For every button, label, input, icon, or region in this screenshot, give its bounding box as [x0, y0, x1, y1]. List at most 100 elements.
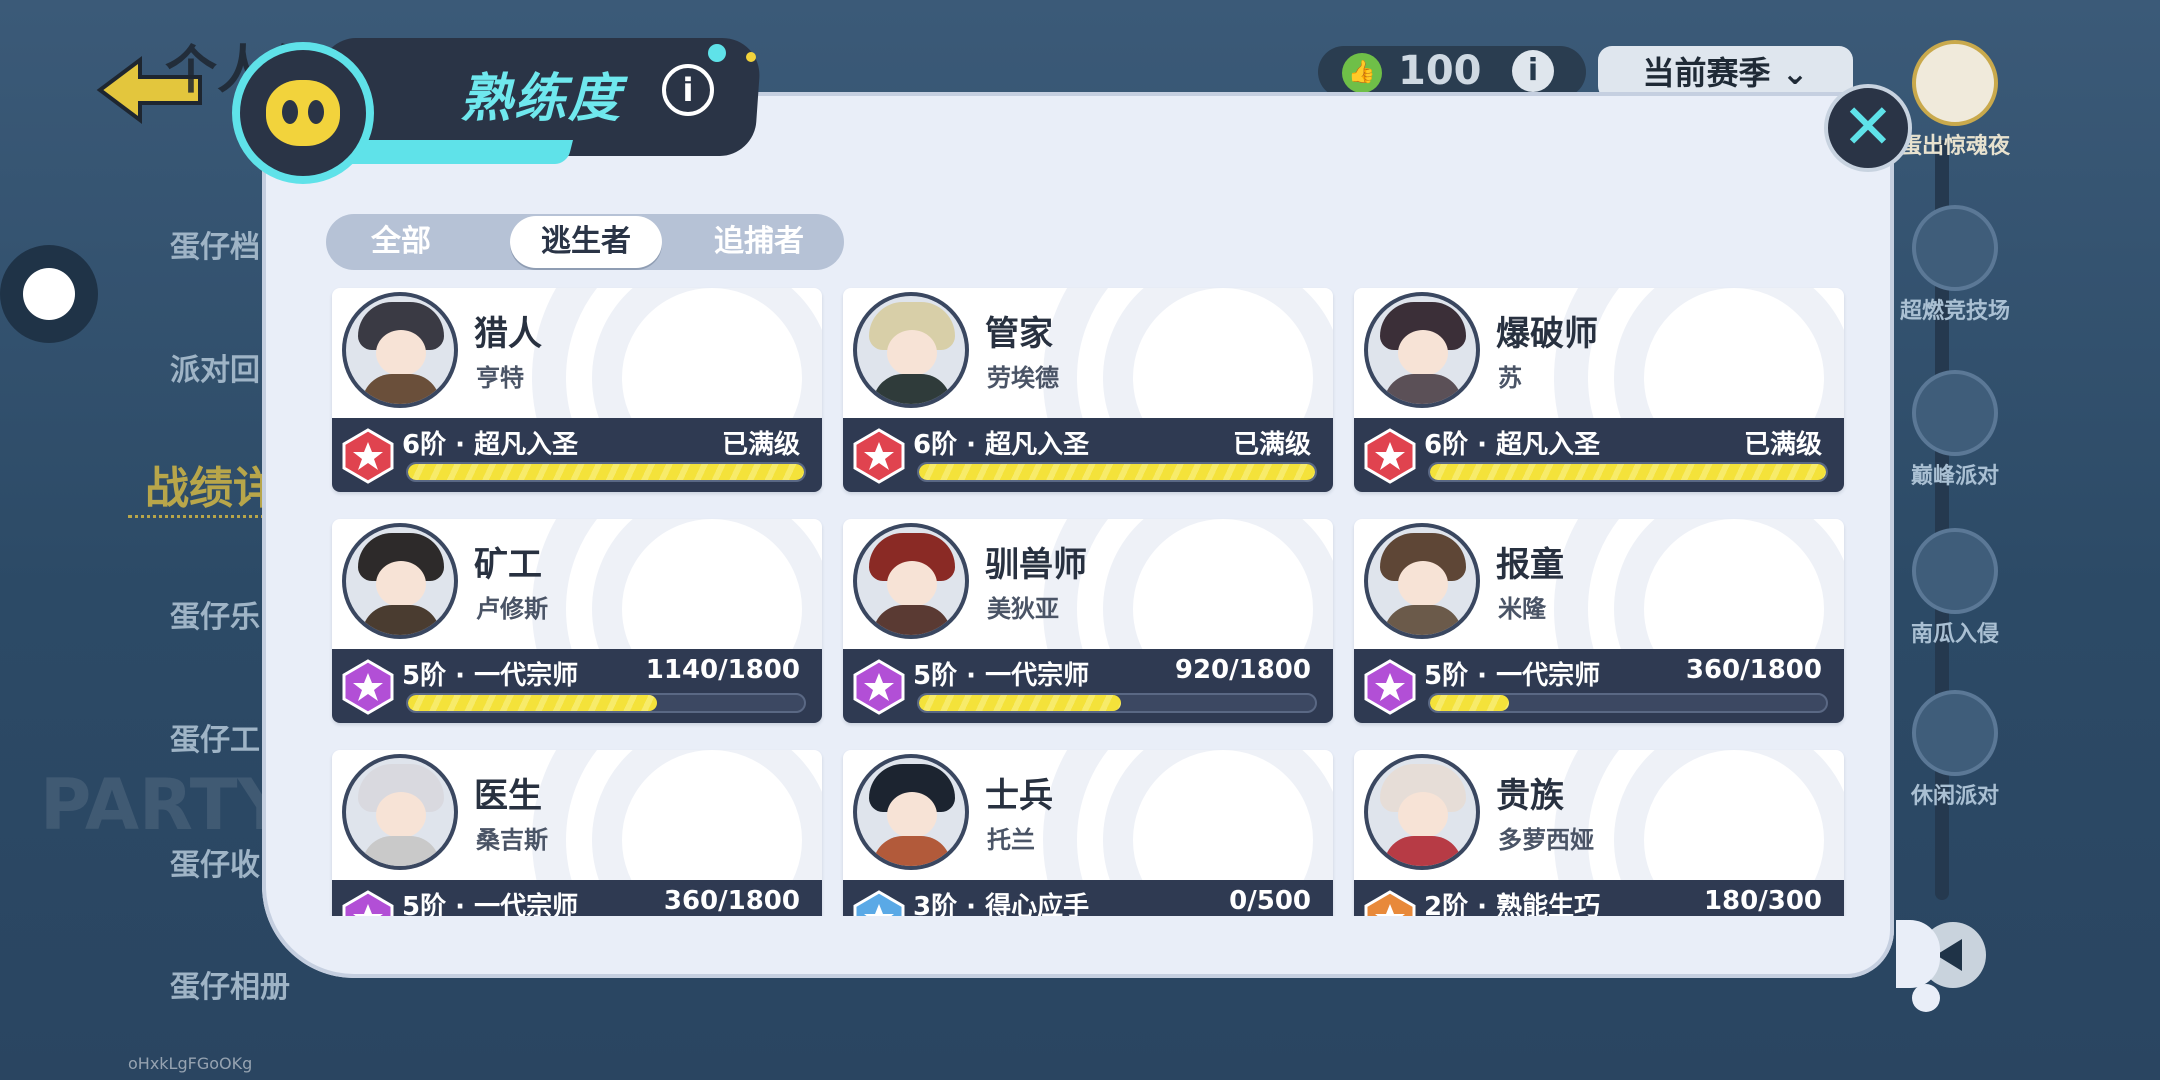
rank-badge-icon	[853, 659, 905, 715]
character-card[interactable]: 矿工 卢修斯 5阶 · 一代宗师 1140/1800	[332, 519, 822, 723]
points-info-icon[interactable]: i	[1512, 50, 1554, 92]
rank-label: 5阶 · 一代宗师	[402, 892, 579, 916]
sidebar-item-collection[interactable]: 蛋仔收	[170, 840, 260, 884]
character-avatar	[1368, 527, 1476, 635]
rank-label: 3阶 · 得心应手	[913, 892, 1090, 916]
modal-tail-dot	[1912, 984, 1940, 1012]
tab-survivor[interactable]: 逃生者	[510, 216, 662, 268]
proficiency-bar-area: 6阶 · 超凡入圣 已满级	[332, 418, 822, 492]
character-subname: 卢修斯	[476, 595, 548, 623]
mode-item-3[interactable]: 南瓜入侵	[1895, 528, 2015, 648]
progress-fill	[1430, 464, 1826, 480]
sidebar-item-profile[interactable]: 蛋仔档	[170, 222, 260, 266]
character-avatar	[857, 758, 965, 866]
character-subname: 多萝西娅	[1498, 826, 1594, 854]
character-avatar	[1368, 758, 1476, 866]
progress-track	[406, 462, 806, 482]
character-card[interactable]: 贵族 多萝西娅 2阶 · 熟能生巧 180/300	[1354, 750, 1844, 916]
progress-value: 180/300	[1703, 886, 1822, 916]
mode-icon	[1912, 40, 1998, 126]
mode-item-2[interactable]: 巅峰派对	[1895, 370, 2015, 490]
progress-value: 已满级	[721, 430, 800, 460]
progress-value: 360/1800	[663, 886, 800, 916]
sidebar-item-party-review[interactable]: 派对回	[170, 345, 260, 389]
character-name: 医生	[474, 776, 542, 816]
character-name: 爆破师	[1496, 314, 1598, 354]
character-card[interactable]: 管家 劳埃德 6阶 · 超凡入圣 已满级	[843, 288, 1333, 492]
progress-track	[1428, 693, 1828, 713]
proficiency-bar-area: 5阶 · 一代宗师 1140/1800	[332, 649, 822, 723]
points-value: 100	[1398, 48, 1482, 94]
character-subname: 劳埃德	[987, 364, 1059, 392]
character-name: 驯兽师	[985, 545, 1087, 585]
rank-label: 5阶 · 一代宗师	[402, 661, 579, 691]
proficiency-bar-area: 6阶 · 超凡入圣 已满级	[1354, 418, 1844, 492]
character-card[interactable]: 士兵 托兰 3阶 · 得心应手 0/500	[843, 750, 1333, 916]
character-subname: 桑吉斯	[476, 826, 548, 854]
mode-item-1[interactable]: 超燃竞技场	[1895, 205, 2015, 325]
rank-badge-icon	[342, 428, 394, 484]
character-subname: 亨特	[476, 364, 524, 392]
rank-label: 5阶 · 一代宗师	[913, 661, 1090, 691]
sidebar-item-workshop[interactable]: 蛋仔工	[170, 715, 260, 759]
watermark-text: PARTY	[40, 764, 289, 846]
progress-fill	[408, 695, 658, 711]
rank-badge-icon	[853, 428, 905, 484]
mode-icon	[1912, 690, 1998, 776]
sparkle-decoration	[746, 52, 756, 62]
character-name: 矿工	[474, 545, 542, 585]
progress-value: 360/1800	[1685, 655, 1822, 685]
proficiency-bar-area: 5阶 · 一代宗师 360/1800	[1354, 649, 1844, 723]
role-tabs: 全部 逃生者 追捕者	[326, 214, 844, 270]
rank-label: 6阶 · 超凡入圣	[402, 430, 579, 460]
progress-value: 已满级	[1232, 430, 1311, 460]
character-subname: 米隆	[1498, 595, 1546, 623]
character-name: 报童	[1496, 545, 1564, 585]
rank-badge-icon	[1364, 659, 1416, 715]
progress-track	[406, 693, 806, 713]
character-avatar	[1368, 296, 1476, 404]
character-avatar	[857, 527, 965, 635]
progress-fill	[408, 464, 804, 480]
sidebar-item-records[interactable]: 战绩详	[145, 452, 277, 516]
character-subname: 美狄亚	[987, 595, 1059, 623]
character-avatar	[346, 527, 454, 635]
tab-hunter[interactable]: 追捕者	[684, 214, 834, 270]
progress-fill	[1430, 695, 1510, 711]
progress-fill	[919, 464, 1315, 480]
rank-badge-icon	[1364, 890, 1416, 916]
proficiency-bar-area: 6阶 · 超凡入圣 已满级	[843, 418, 1333, 492]
progress-value: 0/500	[1229, 886, 1311, 916]
character-card[interactable]: 驯兽师 美狄亚 5阶 · 一代宗师 920/1800	[843, 519, 1333, 723]
character-card[interactable]: 医生 桑吉斯 5阶 · 一代宗师 360/1800	[332, 750, 822, 916]
character-card[interactable]: 爆破师 苏 6阶 · 超凡入圣 已满级	[1354, 288, 1844, 492]
mode-item-0[interactable]: 蛋出惊魂夜	[1895, 40, 2015, 160]
rank-badge-icon	[853, 890, 905, 916]
close-icon[interactable]: ✕	[1824, 84, 1912, 172]
side-toggle[interactable]	[0, 245, 98, 343]
rank-label: 5阶 · 一代宗师	[1424, 661, 1601, 691]
rank-label: 6阶 · 超凡入圣	[913, 430, 1090, 460]
character-card[interactable]: 猎人 亨特 6阶 · 超凡入圣 已满级	[332, 288, 822, 492]
info-icon[interactable]: i	[662, 64, 714, 116]
sidebar-item-fun[interactable]: 蛋仔乐	[170, 592, 260, 636]
character-avatar	[346, 758, 454, 866]
character-grid: 猎人 亨特 6阶 · 超凡入圣 已满级 管家 劳埃德 6阶 · 超凡入圣 已满级…	[320, 280, 1860, 916]
sparkle-decoration	[708, 44, 726, 62]
modal-title: 熟练度	[460, 69, 623, 129]
mode-icon	[1912, 370, 1998, 456]
mode-icon	[1912, 205, 1998, 291]
rank-badge-icon	[1364, 428, 1416, 484]
proficiency-bar-area: 5阶 · 一代宗师 360/1800	[332, 880, 822, 916]
mode-item-4[interactable]: 休闲派对	[1895, 690, 2015, 810]
proficiency-bar-area: 2阶 · 熟能生巧 180/300	[1354, 880, 1844, 916]
sidebar-item-album[interactable]: 蛋仔相册	[170, 962, 290, 1006]
character-card[interactable]: 报童 米隆 5阶 · 一代宗师 360/1800	[1354, 519, 1844, 723]
rank-label: 2阶 · 熟能生巧	[1424, 892, 1601, 916]
rank-badge-icon	[342, 659, 394, 715]
sidebar-divider	[128, 515, 278, 518]
tab-all[interactable]: 全部	[326, 214, 476, 270]
character-avatar	[857, 296, 965, 404]
character-name: 贵族	[1496, 776, 1564, 816]
progress-track	[1428, 462, 1828, 482]
